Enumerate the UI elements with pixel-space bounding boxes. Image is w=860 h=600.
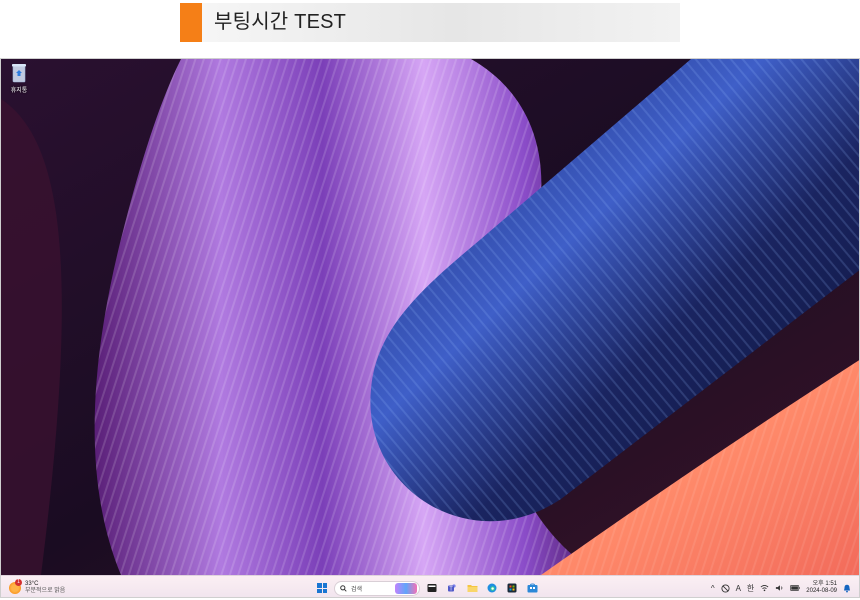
weather-temperature: 33°C [25, 581, 39, 587]
battery-icon[interactable] [790, 584, 801, 592]
weather-alert-badge: 1 [15, 579, 22, 586]
header-banner: 부팅시간 TEST [180, 3, 680, 42]
taskbar-app-store[interactable] [504, 580, 520, 596]
start-button[interactable] [314, 580, 330, 596]
folder-icon [467, 585, 477, 592]
chevron-up-icon[interactable]: ^ [711, 584, 715, 593]
notification-bell-icon[interactable] [843, 584, 851, 593]
taskbar-app-file-explorer[interactable] [424, 580, 440, 596]
wallpaper [1, 59, 859, 575]
system-tray: ^ A 한 오후 1:51 2024-08-09 [711, 579, 851, 597]
edge-icon [487, 583, 497, 593]
page-title: 부팅시간 TEST [214, 11, 347, 33]
desktop-icon-recycle-bin[interactable]: 휴지통 [6, 63, 32, 94]
store-icon [507, 583, 517, 593]
clock-date: 2024-08-09 [806, 588, 837, 594]
taskbar-app-edge[interactable] [484, 580, 500, 596]
wifi-icon[interactable] [760, 584, 769, 592]
taskbar-app-teams[interactable]: T [444, 580, 460, 596]
taskbar-search-box[interactable]: 검색 [334, 580, 420, 596]
weather-description: 부분적으로 맑음 [25, 588, 66, 594]
taskbar-clock[interactable]: 오후 1:51 2024-08-09 [806, 581, 837, 595]
taskbar-app-ms-store[interactable] [524, 580, 540, 596]
weather-sun-icon: 1 [9, 579, 22, 594]
ime-mode-a[interactable]: A [736, 584, 741, 593]
ime-mode-korean[interactable]: 한 [747, 583, 754, 594]
search-icon [340, 584, 347, 592]
search-highlight-icon [395, 582, 417, 594]
header-accent-bar [180, 3, 202, 42]
taskbar-app-folder[interactable] [464, 580, 480, 596]
search-placeholder: 검색 [351, 586, 363, 593]
desktop-screenshot: 휴지통 1 33°C 부분적으로 맑음 검색 T ^ A 한 오후 1:51 2… [0, 58, 860, 598]
weather-widget[interactable]: 1 33°C 부분적으로 맑음 [9, 579, 65, 597]
taskbar-center: 검색 T [314, 579, 540, 597]
taskbar: 1 33°C 부분적으로 맑음 검색 T ^ A 한 오후 1:51 2024-… [1, 575, 859, 597]
volume-icon[interactable] [775, 584, 784, 592]
speaker-muted-icon[interactable] [721, 583, 730, 593]
teams-icon: T [448, 584, 456, 592]
clock-time: 오후 1:51 [812, 581, 837, 587]
file-explorer-icon [427, 584, 437, 592]
ms-store-icon [527, 583, 537, 593]
desktop-icon-label: 휴지통 [10, 88, 28, 94]
windows-logo-icon [317, 583, 327, 593]
recycle-bin-icon [11, 63, 27, 83]
